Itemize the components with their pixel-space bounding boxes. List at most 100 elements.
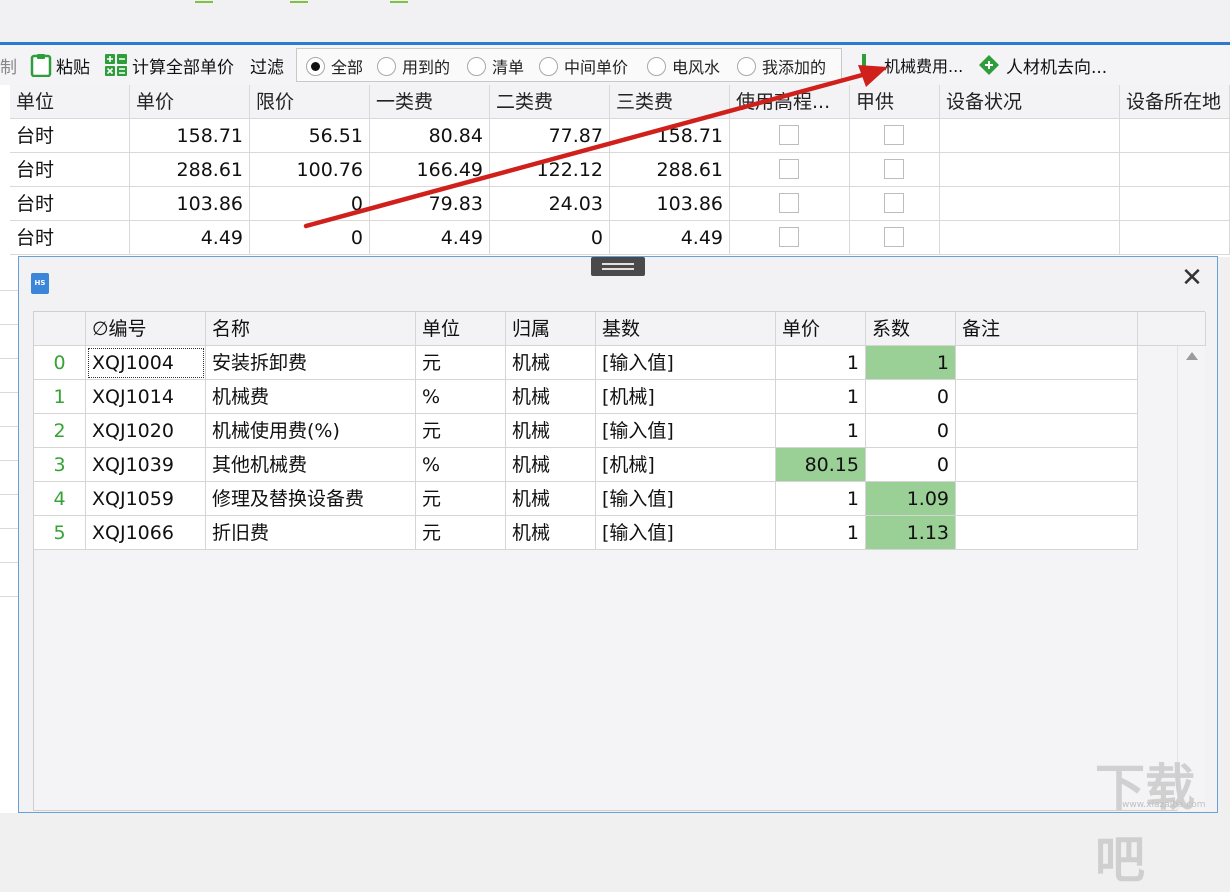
cell-note[interactable] [956,448,1138,482]
cell-base[interactable]: [机械] [596,380,776,414]
cell-class3[interactable]: 288.61 [610,153,730,187]
supplied-checkbox[interactable] [884,227,904,247]
scroll-up-icon[interactable] [1186,352,1198,360]
cell-name[interactable]: 机械使用费(%) [206,414,416,448]
cell-price[interactable]: 158.71 [130,119,250,153]
cell-code[interactable]: XQJ1066 [86,516,206,550]
header-unit[interactable]: 单位 [416,312,506,346]
cell-class1[interactable]: 4.49 [370,221,490,255]
cell-unit[interactable]: % [416,448,506,482]
cell-supplied[interactable] [850,187,940,221]
cell-belong[interactable]: 机械 [506,414,596,448]
header-class3[interactable]: 三类费 [610,85,730,119]
cell-class3[interactable]: 158.71 [610,119,730,153]
cell-note[interactable] [956,516,1138,550]
cell-class1[interactable]: 80.84 [370,119,490,153]
cell-unit-price[interactable]: 1 [776,516,866,550]
cell-unit-price[interactable]: 1 [776,346,866,380]
cell-class2[interactable]: 122.12 [490,153,610,187]
row-index[interactable]: 2 [34,414,86,448]
paste-button[interactable]: 粘贴 [30,45,90,85]
cell-name[interactable]: 其他机械费 [206,448,416,482]
row-index[interactable]: 4 [34,482,86,516]
header-class1[interactable]: 一类费 [370,85,490,119]
cell-name[interactable]: 折旧费 [206,516,416,550]
cell-note[interactable] [956,380,1138,414]
cell-equipment-location[interactable] [1120,187,1230,221]
filter-radio-intermediate[interactable]: 中间单价 [539,49,628,83]
cell-class2[interactable]: 24.03 [490,187,610,221]
header-price[interactable]: 单价 [130,85,250,119]
drag-handle[interactable] [591,257,645,276]
cell-base[interactable]: [机械] [596,448,776,482]
cell-coefficient[interactable]: 0 [866,414,956,448]
header-belong[interactable]: 归属 [506,312,596,346]
calc-all-button[interactable]: 计算全部单价 [104,45,234,85]
cell-belong[interactable]: 机械 [506,516,596,550]
cell-belong[interactable]: 机械 [506,482,596,516]
cell-equipment-status[interactable] [940,119,1120,153]
header-base[interactable]: 基数 [596,312,776,346]
cell-supplied[interactable] [850,221,940,255]
header-unit[interactable]: 单位 [10,85,130,119]
filter-radio-electric[interactable]: 电风水 [647,49,720,83]
cell-base[interactable]: [输入值] [596,516,776,550]
cell-code[interactable]: XQJ1039 [86,448,206,482]
filter-radio-list[interactable]: 清单 [467,49,524,83]
header-limit[interactable]: 限价 [250,85,370,119]
cell-elevation[interactable] [730,187,850,221]
row-index[interactable]: 0 [34,346,86,380]
cell-code[interactable]: XQJ1004 [86,346,206,380]
cell-supplied[interactable] [850,119,940,153]
filter-radio-all[interactable]: 全部 [306,49,363,83]
close-icon[interactable]: ✕ [1181,265,1203,291]
cell-limit[interactable]: 0 [250,221,370,255]
vertical-scrollbar[interactable] [1177,346,1205,811]
header-name[interactable]: 名称 [206,312,416,346]
elevation-checkbox[interactable] [779,227,799,247]
cell-belong[interactable]: 机械 [506,346,596,380]
cell-coefficient[interactable]: 1.09 [866,482,956,516]
elevation-checkbox[interactable] [779,193,799,213]
supplied-checkbox[interactable] [884,125,904,145]
cell-unit[interactable]: 元 [416,346,506,380]
header-code[interactable]: ∅编号 [86,312,206,346]
cell-elevation[interactable] [730,119,850,153]
cell-unit[interactable]: 台时 [10,119,130,153]
header-class2[interactable]: 二类费 [490,85,610,119]
cell-base[interactable]: [输入值] [596,482,776,516]
cell-unit[interactable]: 元 [416,482,506,516]
cell-class2[interactable]: 77.87 [490,119,610,153]
cell-equipment-location[interactable] [1120,119,1230,153]
labor-flow-button[interactable]: 人材机去向... [978,45,1107,85]
cell-name[interactable]: 机械费 [206,380,416,414]
cell-elevation[interactable] [730,153,850,187]
machine-fee-button[interactable]: 机械费用... [862,45,963,85]
cell-name[interactable]: 安装拆卸费 [206,346,416,380]
header-elevation[interactable]: 使用高程... [730,85,850,119]
cell-unit[interactable]: 元 [416,516,506,550]
cell-elevation[interactable] [730,221,850,255]
header-supplied[interactable]: 甲供 [850,85,940,119]
cell-code[interactable]: XQJ1020 [86,414,206,448]
cell-class1[interactable]: 79.83 [370,187,490,221]
cell-note[interactable] [956,482,1138,516]
elevation-checkbox[interactable] [779,125,799,145]
header-coefficient[interactable]: 系数 [866,312,956,346]
row-index[interactable]: 5 [34,516,86,550]
cell-code[interactable]: XQJ1014 [86,380,206,414]
cell-unit[interactable]: 元 [416,414,506,448]
header-unit-price[interactable]: 单价 [776,312,866,346]
cell-unit-price[interactable]: 1 [776,414,866,448]
cell-limit[interactable]: 56.51 [250,119,370,153]
cell-equipment-status[interactable] [940,153,1120,187]
cell-unit-price[interactable]: 1 [776,380,866,414]
cell-base[interactable]: [输入值] [596,414,776,448]
row-index[interactable]: 1 [34,380,86,414]
cell-price[interactable]: 4.49 [130,221,250,255]
cell-coefficient[interactable]: 0 [866,380,956,414]
cell-class3[interactable]: 4.49 [610,221,730,255]
row-index[interactable]: 3 [34,448,86,482]
cell-price[interactable]: 103.86 [130,187,250,221]
copy-button-partial[interactable]: 制 [0,45,17,85]
